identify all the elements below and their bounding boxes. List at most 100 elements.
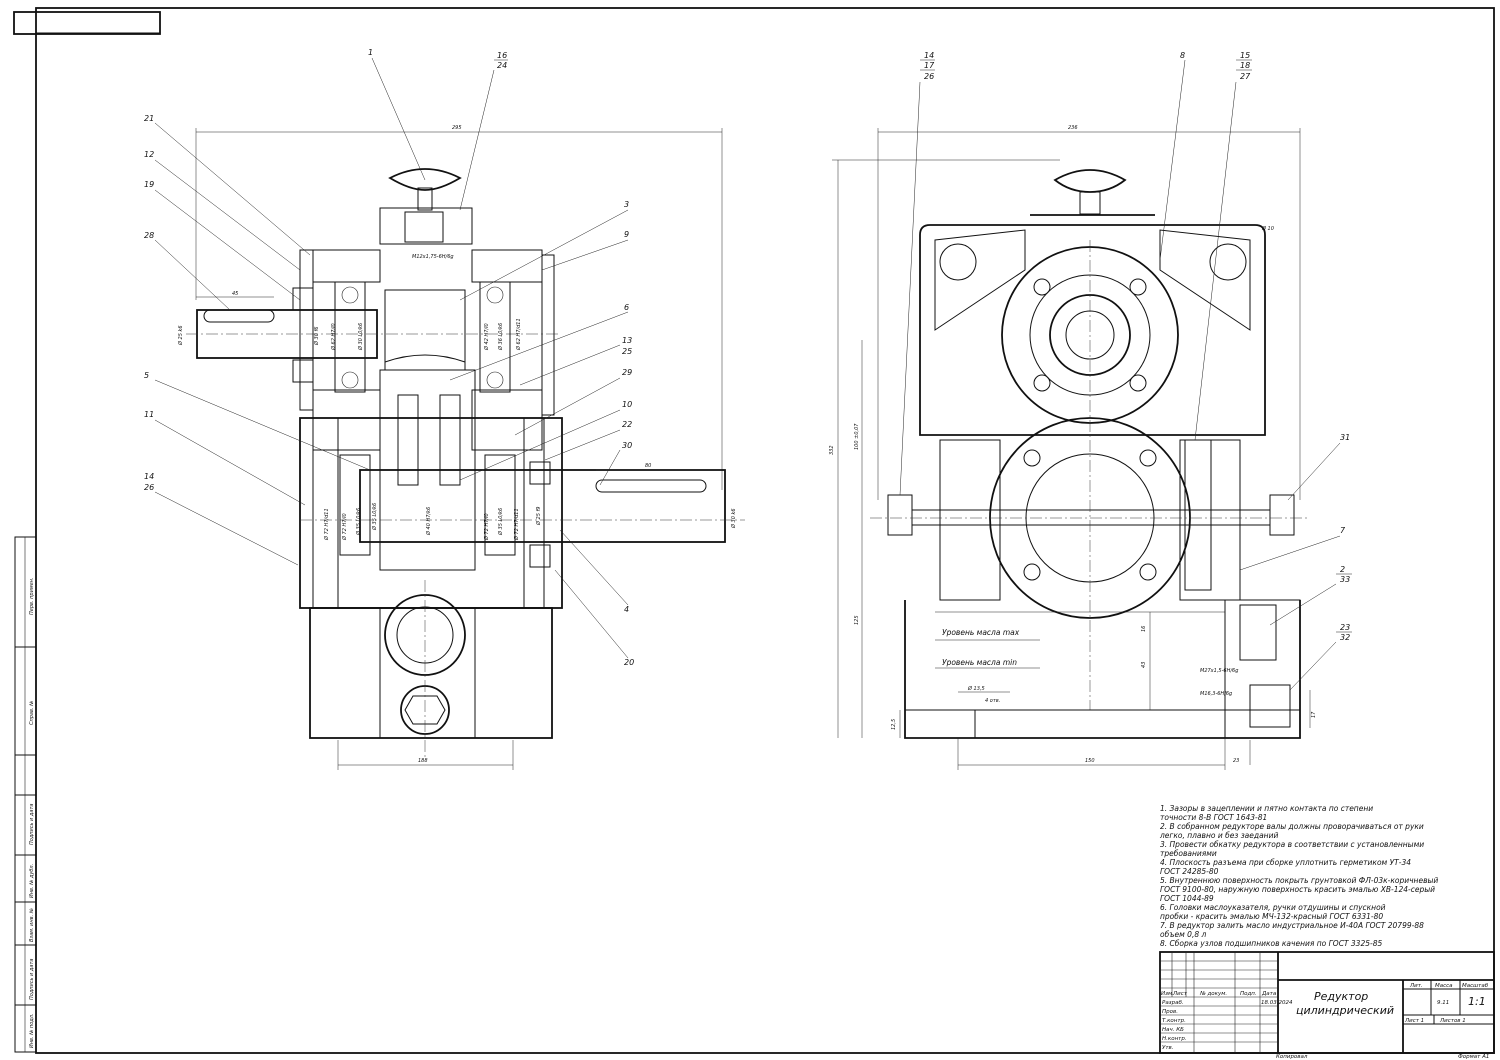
svg-text:30: 30 [622,441,632,450]
svg-text:11: 11 [144,410,154,419]
fits-output: Ø 72 H7/d11 Ø 72 H7/l0 Ø 35 L0/k6 Ø 35 L… [323,503,542,541]
title-line-2: цилиндрический [1296,1004,1394,1017]
svg-text:32: 32 [1340,633,1350,642]
svg-text:20: 20 [624,658,634,667]
svg-text:Масса: Масса [1435,983,1453,989]
svg-text:16: 16 [497,51,507,60]
svg-text:Лист 1: Лист 1 [1404,1018,1424,1024]
svg-text:Пров.: Пров. [1162,1009,1178,1015]
svg-text:Ø 25 f9: Ø 25 f9 [535,507,542,526]
svg-text:Ø 35 L0/k6: Ø 35 L0/k6 [355,508,362,536]
dim-16: 16 [1141,626,1147,632]
left-section-view: 295 М12х1,75-6Н/6g Ø 25 k6 45 Ø 30 k6 80… [144,48,745,770]
svg-text:Разраб.: Разраб. [1162,1000,1184,1006]
technical-notes: 1. Зазоры в зацеплении и пятно контакта … [1159,804,1438,948]
svg-text:Утв.: Утв. [1162,1045,1174,1051]
svg-text:8: 8 [1180,51,1185,60]
svg-text:17: 17 [924,61,935,70]
svg-text:5: 5 [144,371,149,380]
title-line-1: Редуктор [1314,990,1368,1003]
svg-text:№ докум.: № докум. [1199,991,1227,997]
svg-text:27: 27 [1240,72,1251,81]
svg-text:4: 4 [624,605,629,614]
svg-text:Копировал: Копировал [1276,1054,1308,1060]
svg-text:требованиями: требованиями [1160,849,1217,858]
svg-text:33: 33 [1340,575,1350,584]
thread-m16: М16,3-6Н/6g [1200,691,1232,697]
svg-text:ГОСТ 24285-80: ГОСТ 24285-80 [1160,867,1219,876]
svg-text:Подп.: Подп. [1240,991,1257,997]
svg-text:Ø 62 H7/l0: Ø 62 H7/l0 [330,323,337,351]
side-stamp: Перв. примен. Справ. № Подпись и дата Ин… [14,536,37,1053]
svg-text:Ø 35 L0/k6: Ø 35 L0/k6 [497,508,504,536]
svg-text:ГОСТ 1044-89: ГОСТ 1044-89 [1160,894,1214,903]
stamp-inv-podl: Инв. № подл. [29,1014,35,1049]
sheet-number: 9.11 [1437,1000,1449,1006]
svg-text:3: 3 [624,200,629,209]
bore-d10: Ø 10 [1261,225,1274,232]
svg-text:2. В собранном редукторе валы: 2. В собранном редукторе валы должны про… [1160,822,1424,831]
svg-text:29: 29 [622,368,632,377]
svg-text:4. Плоскость разъема при сборк: 4. Плоскость разъема при сборке уплотнит… [1160,858,1411,867]
svg-text:Н.контр.: Н.контр. [1162,1036,1187,1042]
svg-text:19: 19 [144,180,154,189]
dim-150: 150 [1085,758,1095,764]
dim-12-5: 12,5 [891,719,897,730]
svg-text:31: 31 [1340,433,1350,442]
svg-text:7: 7 [1340,526,1346,535]
svg-text:14: 14 [924,51,934,60]
dim-332: 332 [829,445,835,455]
hole-count: 4 отв. [985,698,1000,704]
dim-17: 17 [1311,711,1317,718]
svg-text:15: 15 [1240,51,1250,60]
svg-text:25: 25 [622,347,632,356]
svg-text:Ø 72 H7/l0: Ø 72 H7/l0 [483,513,490,541]
svg-text:Ø 30 L0/k6: Ø 30 L0/k6 [357,323,364,351]
svg-text:21: 21 [144,114,154,123]
stamp-vzam: Взам. инв. № [29,908,35,942]
fit-d30k6: Ø 30 k6 [730,508,737,529]
svg-text:легко, плавно и без заеданий: легко, плавно и без заеданий [1159,831,1278,840]
svg-text:8. Сборка узлов подшипников ка: 8. Сборка узлов подшипников качения по Г… [1160,939,1382,948]
svg-text:объем 0,8 л: объем 0,8 л [1160,930,1206,939]
svg-text:18.03.2024: 18.03.2024 [1261,1000,1293,1006]
svg-text:Лист: Лист [1172,991,1188,997]
drawing-sheet: Перв. примен. Справ. № Подпись и дата Ин… [13,7,1495,1060]
svg-text:26: 26 [144,483,154,492]
svg-text:2: 2 [1340,565,1345,574]
title-block: Изм. Лист № докум. Подп. Дата Разраб. 18… [1159,951,1495,1060]
oil-level-max: Уровень масла max [942,628,1020,637]
sheet-frame [13,7,1495,1054]
svg-text:Масштаб: Масштаб [1462,983,1489,989]
thread-m12: М12х1,75-6Н/6g [412,254,454,260]
svg-text:23: 23 [1340,623,1350,632]
fit-d25k6: Ø 25 k6 [177,325,184,346]
svg-text:Ø 72 H7/d11: Ø 72 H7/d11 [513,508,520,541]
svg-text:12: 12 [144,150,154,159]
dim-45: 45 [232,291,238,297]
svg-text:13: 13 [622,336,632,345]
svg-text:3. Провести обкатку редуктора: 3. Провести обкатку редуктора в соответс… [1160,840,1424,849]
svg-text:Лит.: Лит. [1409,983,1423,989]
svg-text:Дата: Дата [1261,991,1277,997]
svg-text:Т.контр.: Т.контр. [1162,1018,1186,1024]
stamp-inv-dubl: Инв. № дубл. [29,864,35,898]
svg-text:6. Головки маслоуказателя, руч: 6. Головки маслоуказателя, ручки отдушин… [1160,903,1386,912]
dim-236: 236 [1068,125,1078,131]
svg-text:14: 14 [144,472,154,481]
svg-text:10: 10 [622,400,632,409]
svg-text:точности 8-В ГОСТ 1643-81: точности 8-В ГОСТ 1643-81 [1160,813,1267,822]
svg-text:5. Внутреннюю поверхность покр: 5. Внутреннюю поверхность покрыть грунто… [1160,876,1438,885]
svg-text:Формат А1: Формат А1 [1458,1054,1489,1060]
dim-188: 188 [418,758,428,764]
svg-text:1. Зазоры в зацеплении и пятно: 1. Зазоры в зацеплении и пятно контакта … [1160,804,1373,813]
svg-text:Ø 42 H7/l0: Ø 42 H7/l0 [483,323,490,351]
svg-text:Ø 62 H7/d11: Ø 62 H7/d11 [515,318,522,351]
stamp-podp1: Подпись и дата [29,804,35,845]
svg-text:Ø 40 H7/k6: Ø 40 H7/k6 [425,507,432,536]
svg-text:пробки - красить эмалью МЧ-132: пробки - красить эмалью МЧ-132-красный Г… [1160,912,1383,921]
fits-input: Ø 30 f6 Ø 62 H7/l0 Ø 30 L0/k6 Ø 42 H7/l0… [313,318,522,351]
svg-text:22: 22 [622,420,632,429]
dim-295: 295 [452,125,462,131]
hole-d13: Ø 13,5 [967,685,985,692]
